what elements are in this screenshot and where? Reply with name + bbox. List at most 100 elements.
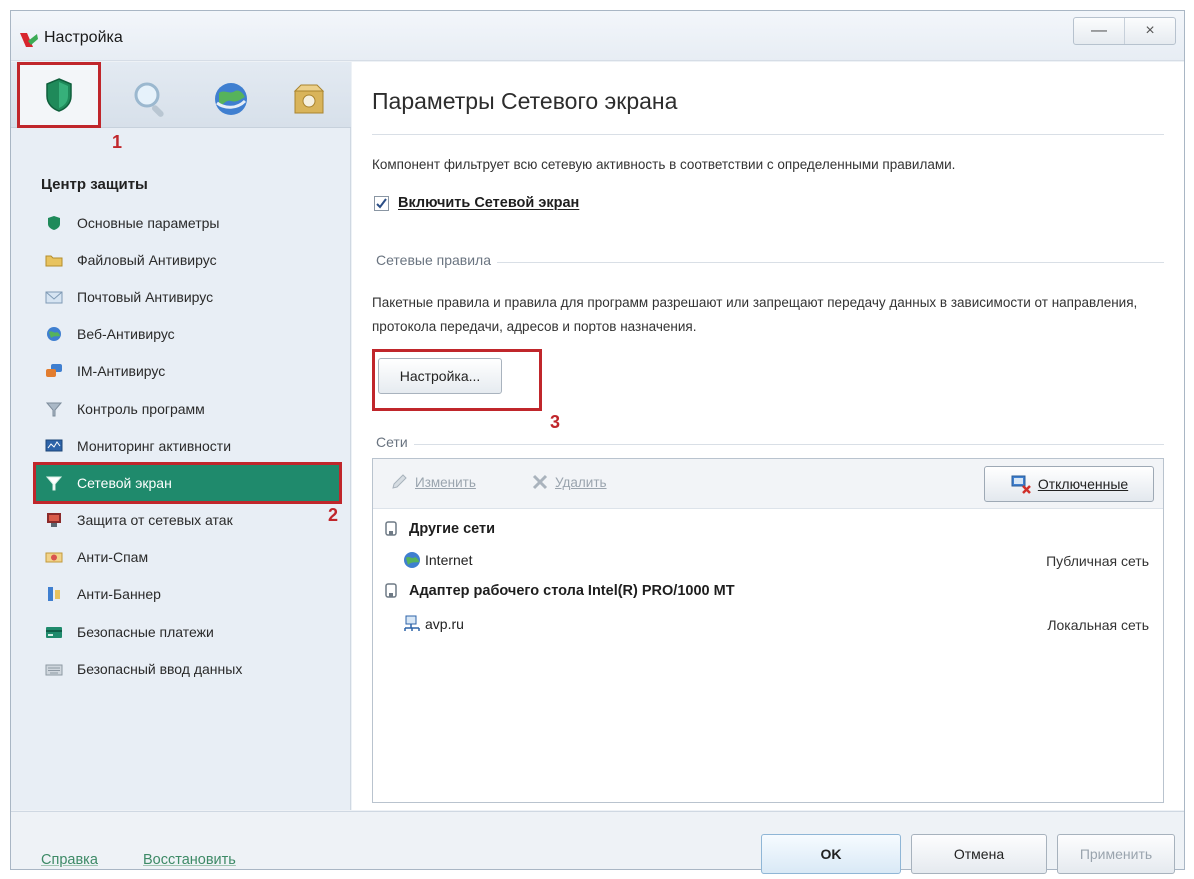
sidebar-item-app-control[interactable]: Контроль программ (35, 390, 345, 427)
show-disabled-label: Отключенные (1037, 476, 1129, 492)
firewall-icon (45, 476, 63, 491)
shield-icon (48, 215, 60, 230)
help-link[interactable]: Справка (41, 852, 98, 868)
networks-group-label: Сети (372, 434, 414, 450)
dialog-footer: Справка Восстановить OK Отмена Применить (11, 811, 1184, 874)
update-tab[interactable] (191, 70, 271, 128)
sidebar-item-safe-payments[interactable]: Безопасные платежи (35, 613, 345, 650)
mail-icon (45, 291, 63, 304)
category-tabs (11, 62, 351, 128)
sidebar-item-label: Контроль программ (77, 400, 205, 417)
scan-tab[interactable] (111, 70, 191, 128)
sidebar-item-file-antivirus[interactable]: Файловый Антивирус (35, 241, 345, 278)
sidebar-item-anti-banner[interactable]: Анти-Баннер (35, 576, 345, 613)
delete-network-label: Удалить (555, 474, 607, 490)
network-icon (404, 615, 420, 631)
window-controls: — × (1073, 17, 1176, 45)
sidebar-item-label: Сетевой экран (77, 474, 172, 491)
shield-icon (46, 78, 72, 112)
highlight-frame-3 (372, 349, 542, 411)
sidebar-item-anti-spam[interactable]: Анти-Спам (35, 539, 345, 576)
protection-tab[interactable] (17, 62, 101, 128)
rules-description: Пакетные правила и правила для программ … (372, 295, 1138, 334)
networks-toolbar: Изменить Удалить Отключенные (373, 459, 1163, 509)
apply-button[interactable]: Применить (1057, 834, 1175, 874)
sidebar-item-basic-settings[interactable]: Основные параметры (35, 204, 345, 241)
chat-icon (46, 364, 62, 378)
banner-icon (48, 587, 60, 602)
delete-network-button[interactable]: Удалить (531, 474, 607, 490)
spam-icon (45, 552, 63, 563)
network-entry-name: Internet (425, 552, 473, 568)
network-type-internet: Публичная сеть (1046, 553, 1149, 569)
left-panel: 1 Центр защиты Основные параметры Файлов… (11, 62, 351, 810)
pencil-icon (392, 474, 407, 489)
settings-tab[interactable] (269, 70, 349, 128)
globe-icon (215, 83, 247, 115)
checkmark-icon (376, 197, 387, 209)
network-disabled-icon (1011, 475, 1031, 494)
sidebar-item-label: Основные параметры (77, 214, 220, 231)
minimize-button[interactable]: — (1074, 18, 1125, 44)
sidebar-item-im-antivirus[interactable]: IM-Антивирус (35, 353, 345, 390)
network-entry-internet[interactable]: Internet (403, 551, 472, 569)
box-icon (293, 84, 325, 114)
sidebar-item-mail-antivirus[interactable]: Почтовый Антивирус (35, 278, 345, 315)
keyboard-icon (45, 664, 63, 676)
enable-firewall-checkbox[interactable] (374, 195, 389, 211)
network-entry-name: avp.ru (425, 616, 464, 632)
card-icon (46, 626, 62, 638)
sidebar-item-label: Веб-Антивирус (77, 326, 175, 343)
sidebar-item-activity-monitor[interactable]: Мониторинг активности (35, 427, 345, 464)
annotation-3: 3 (550, 412, 561, 432)
sidebar-title: Центр защиты (41, 176, 148, 193)
edit-network-button[interactable]: Изменить (391, 474, 476, 490)
restore-link[interactable]: Восстановить (143, 852, 236, 868)
sidebar-item-secure-keyboard[interactable]: Безопасный ввод данных (35, 650, 345, 687)
adapter-icon (385, 583, 397, 598)
globe-icon (47, 327, 61, 342)
network-group-other[interactable]: Другие сети (385, 521, 495, 537)
enable-firewall-row[interactable]: Включить Сетевой экран (374, 195, 579, 211)
network-group-adapter[interactable]: Адаптер рабочего стола Intel(R) PRO/1000… (385, 583, 735, 599)
sidebar-item-firewall[interactable]: Сетевой экран (33, 462, 342, 504)
sidebar-item-label: Файловый Антивирус (77, 251, 217, 268)
annotation-2: 2 (328, 505, 339, 525)
sidebar-item-label: Анти-Баннер (77, 586, 161, 603)
title-bar: Настройка — × (11, 11, 1184, 61)
show-disabled-button[interactable]: Отключенные (984, 466, 1154, 502)
adapter-icon (385, 521, 397, 536)
sidebar-item-network-attack-blocker[interactable]: Защита от сетевых атак (35, 502, 345, 539)
settings-window: Настройка — × 1 Центр защиты Основные па… (10, 10, 1185, 874)
folder-icon (45, 255, 63, 267)
title-divider (372, 134, 1164, 135)
close-button[interactable]: × (1125, 18, 1175, 44)
sidebar-item-label: IM-Антивирус (77, 363, 166, 380)
globe-icon (404, 552, 420, 568)
sidebar-item-web-antivirus[interactable]: Веб-Антивирус (35, 316, 345, 353)
magnifier-icon (134, 82, 164, 117)
networks-list: Изменить Удалить Отключенные Другие сети… (372, 458, 1164, 803)
delete-icon (532, 474, 548, 490)
component-description: Компонент фильтрует всю сетевую активнос… (372, 157, 956, 172)
network-group-label: Адаптер рабочего стола Intel(R) PRO/1000… (409, 583, 735, 599)
sidebar-nav: Основные параметры Файловый Антивирус По… (33, 204, 345, 687)
network-attack-icon (47, 513, 61, 528)
network-type-avp: Локальная сеть (1047, 617, 1149, 633)
edit-network-label: Изменить (415, 474, 476, 490)
sidebar-item-label: Безопасный ввод данных (77, 660, 243, 677)
monitor-icon (45, 439, 63, 452)
cancel-button[interactable]: Отмена (911, 834, 1047, 874)
sidebar-item-label: Анти-Спам (77, 549, 149, 566)
kaspersky-logo-icon (20, 33, 38, 47)
ok-button[interactable]: OK (761, 834, 901, 874)
enable-firewall-label: Включить Сетевой экран (398, 195, 580, 211)
sidebar-item-label: Безопасные платежи (77, 623, 214, 640)
sidebar-item-label: Мониторинг активности (77, 437, 232, 454)
sidebar-item-label: Почтовый Антивирус (77, 288, 214, 305)
window-title: Настройка (44, 29, 123, 46)
network-entry-avp[interactable]: avp.ru (403, 615, 464, 633)
main-panel: Параметры Сетевого экрана Компонент филь… (352, 62, 1184, 810)
sidebar-item-label: Защита от сетевых атак (77, 512, 233, 529)
rules-group-label: Сетевые правила (372, 252, 498, 268)
